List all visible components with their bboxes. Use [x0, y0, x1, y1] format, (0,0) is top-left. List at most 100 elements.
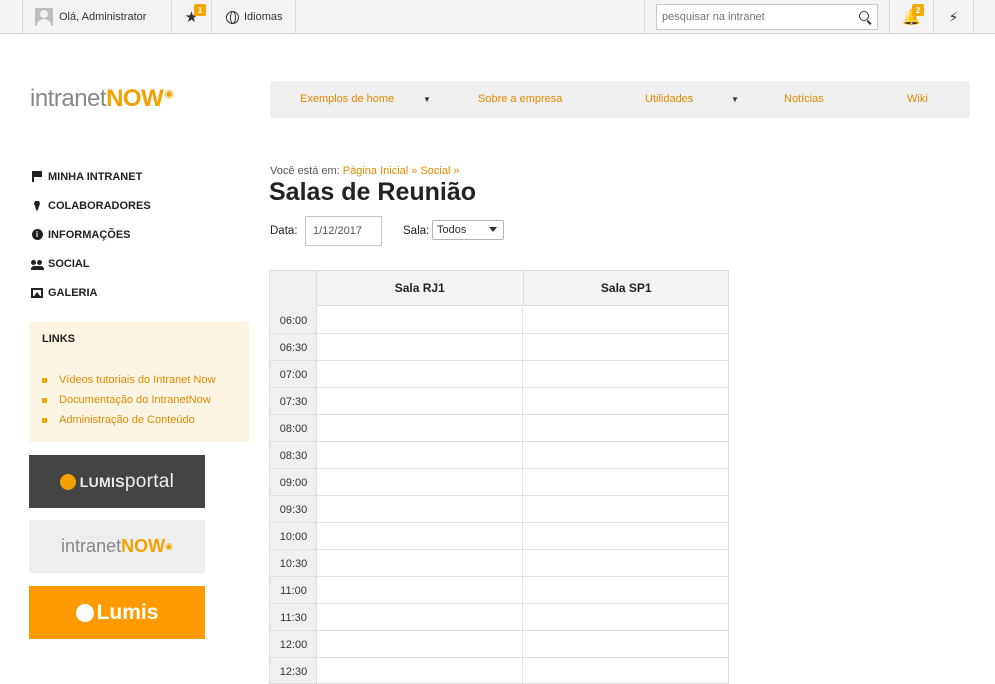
search-area	[644, 0, 890, 34]
language-label: Idiomas	[244, 11, 283, 23]
calendar-header: Sala RJ1 Sala SP1	[317, 271, 728, 306]
time-label: 12:00	[279, 639, 308, 651]
avatar	[35, 8, 53, 26]
time-slot-cell[interactable]	[523, 334, 728, 360]
time-label: 11:30	[280, 612, 307, 624]
time-slot-row: 10:00	[270, 523, 728, 550]
time-slot-cell[interactable]	[523, 496, 728, 522]
favorites-button[interactable]: ★ 1	[172, 0, 212, 34]
time-slot-cell[interactable]	[317, 577, 523, 603]
sidebar-item-social[interactable]: SOCIAL	[31, 249, 151, 278]
info-icon: i	[31, 229, 43, 241]
chevron-down-icon	[489, 227, 497, 232]
sidebar-item-label: SOCIAL	[48, 257, 90, 270]
sidebar-item-minha-intranet[interactable]: MINHA INTRANET	[31, 162, 151, 191]
language-menu[interactable]: Idiomas	[212, 0, 296, 34]
time-slot-cell[interactable]	[523, 469, 728, 495]
sidebar-item-galeria[interactable]: GALERIA	[31, 278, 151, 307]
time-slot-cell[interactable]	[317, 604, 523, 630]
time-slot-row: 11:30	[270, 604, 728, 631]
room-header: Sala SP1	[600, 281, 652, 295]
sidebar-item-label: MINHA INTRANET	[48, 170, 143, 183]
nav-item-sobre[interactable]: Sobre a empresa	[478, 81, 562, 118]
time-slot-cell[interactable]	[317, 442, 523, 468]
flag-icon	[31, 171, 43, 183]
quick-actions-button[interactable]: ⚡	[934, 0, 974, 34]
time-slot-cell[interactable]	[523, 361, 728, 387]
search-icon[interactable]	[859, 11, 869, 21]
time-label: 09:30	[279, 504, 308, 516]
caret-down-icon[interactable]: ▼	[731, 81, 739, 118]
time-label: 06:00	[279, 315, 308, 327]
sidebar-item-label: COLABORADORES	[48, 199, 151, 212]
search-box	[656, 4, 878, 30]
time-slot-cell[interactable]	[523, 604, 728, 630]
intranetnow-banner[interactable]: intranet NOW ◉	[29, 520, 205, 573]
time-slot-row: 06:00	[270, 307, 728, 334]
time-slot-cell[interactable]	[523, 550, 728, 576]
site-logo[interactable]: intranetNOW◉	[30, 85, 174, 113]
time-slot-cell[interactable]	[317, 550, 523, 576]
sidebar-menu: MINHA INTRANET COLABORADORES i INFORMAÇÕ…	[31, 162, 151, 307]
breadcrumb-link-social[interactable]: Social	[420, 165, 450, 177]
link-item[interactable]: Documentação do IntranetNow	[42, 390, 249, 410]
notifications-button[interactable]: 🔔 2	[890, 0, 934, 34]
time-slot-cell[interactable]	[523, 415, 728, 441]
nav-item-utilidades[interactable]: Utilidades	[645, 81, 693, 118]
time-slot-cell[interactable]	[523, 631, 728, 657]
time-slot-cell[interactable]	[317, 658, 523, 683]
sidebar-item-colaboradores[interactable]: COLABORADORES	[31, 191, 151, 220]
link-item[interactable]: Administração de Conteúdo	[42, 410, 249, 430]
time-slot-row: 08:00	[270, 415, 728, 442]
time-label: 07:00	[279, 369, 308, 381]
breadcrumb-link-home[interactable]: Página Inicial	[343, 165, 408, 177]
time-slot-cell[interactable]	[523, 307, 728, 333]
search-input[interactable]	[657, 5, 847, 29]
time-slot-cell[interactable]	[523, 577, 728, 603]
time-label: 08:00	[279, 423, 308, 435]
nav-item-wiki[interactable]: Wiki	[907, 81, 928, 118]
time-slot-cell[interactable]	[317, 469, 523, 495]
user-menu[interactable]: Olá, Administrator	[22, 0, 172, 34]
time-slot-cell[interactable]	[523, 442, 728, 468]
time-slot-cell[interactable]	[317, 334, 523, 360]
time-slot-cell[interactable]	[523, 523, 728, 549]
logo-mark-icon: ◉	[165, 541, 173, 551]
lumis-logo-icon	[59, 473, 76, 490]
sidebar-item-informacoes[interactable]: i INFORMAÇÕES	[31, 220, 151, 249]
time-slot-row: 10:30	[270, 550, 728, 577]
time-slot-row: 07:00	[270, 361, 728, 388]
notifications-badge: 2	[912, 4, 924, 16]
caret-down-icon[interactable]: ▼	[423, 81, 431, 118]
breadcrumb: Você está em: Página Inicial » Social »	[270, 165, 460, 177]
lumis-banner[interactable]: Lumis	[29, 586, 205, 639]
tie-icon	[31, 200, 43, 212]
time-label: 10:00	[279, 531, 308, 543]
time-slot-cell[interactable]	[317, 307, 523, 333]
nav-item-noticias[interactable]: Notícias	[784, 81, 824, 118]
room-select[interactable]: Todos	[432, 220, 504, 240]
time-slot-row: 12:00	[270, 631, 728, 658]
lumis-logo-icon	[75, 603, 94, 622]
time-slot-cell[interactable]	[317, 496, 523, 522]
time-slot-cell[interactable]	[317, 631, 523, 657]
links-panel: LINKS Vídeos tutoriais do Intranet Now D…	[29, 322, 249, 442]
nav-item-exemplos[interactable]: Exemplos de home	[300, 81, 394, 118]
time-slot-cell[interactable]	[317, 361, 523, 387]
date-field[interactable]	[305, 216, 382, 246]
link-item[interactable]: Vídeos tutoriais do Intranet Now	[42, 370, 249, 390]
time-slot-cell[interactable]	[317, 523, 523, 549]
time-slot-cell[interactable]	[523, 658, 728, 683]
room-header: Sala RJ1	[317, 271, 524, 305]
time-slot-row: 09:30	[270, 496, 728, 523]
user-greeting: Olá, Administrator	[59, 11, 147, 23]
date-label: Data:	[270, 225, 298, 237]
time-slot-cell[interactable]	[317, 415, 523, 441]
page-title: Salas de Reunião	[269, 178, 477, 206]
time-label: 10:30	[279, 558, 308, 570]
time-slot-cell[interactable]	[317, 388, 523, 414]
lumisportal-banner[interactable]: LUMIS portal	[29, 455, 205, 508]
time-label: 11:00	[280, 585, 307, 597]
time-slot-cell[interactable]	[523, 388, 728, 414]
favorites-badge: 1	[194, 4, 206, 16]
